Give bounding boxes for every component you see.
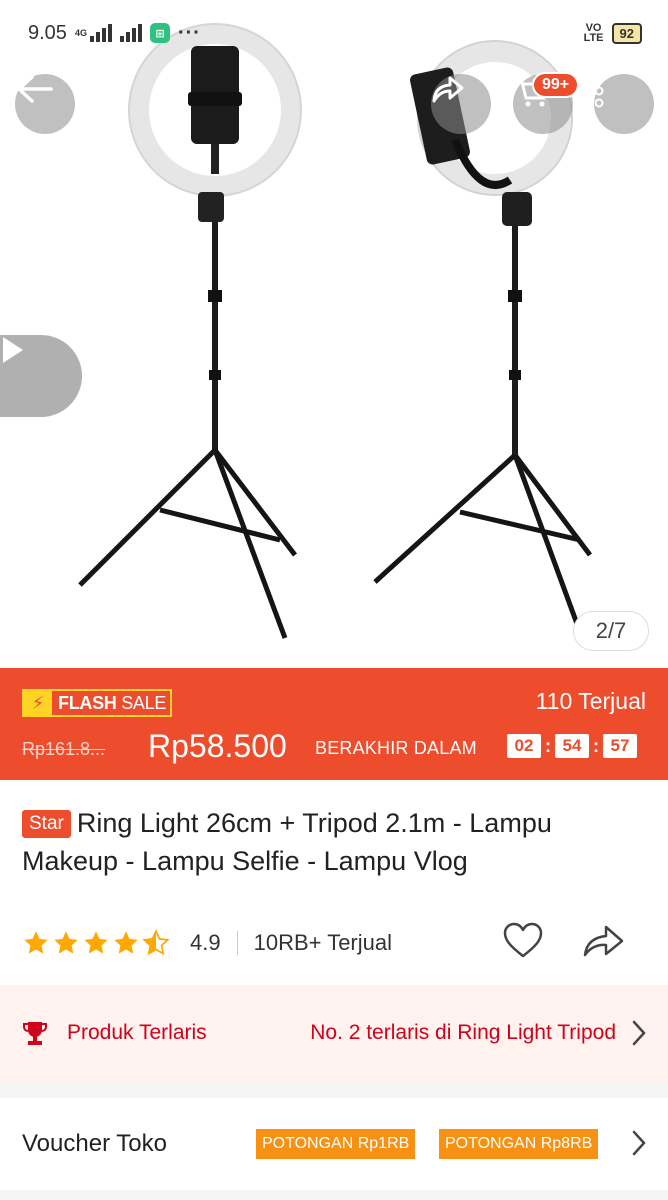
star-full-icon xyxy=(54,931,78,954)
trophy-icon xyxy=(23,1022,47,1045)
voucher-tag[interactable]: POTONGAN Rp1RB xyxy=(256,1129,416,1159)
ends-label: BERAKHIR DALAM xyxy=(315,738,477,758)
star-full-icon xyxy=(24,931,48,954)
countdown-timer: 02: 54: 57 xyxy=(507,734,637,758)
timer-minutes: 54 xyxy=(555,734,589,758)
like-button[interactable] xyxy=(502,922,544,965)
lightning-icon: ⚡ xyxy=(24,691,52,715)
voucher-label: Voucher Toko xyxy=(22,1130,167,1157)
play-video-button[interactable] xyxy=(0,335,82,417)
product-image[interactable]: 99+ 2/7 xyxy=(0,0,668,668)
flash-sale-bar[interactable]: ⚡ FLASH SALE 110 Terjual Rp161.8... Rp58… xyxy=(0,668,668,780)
heart-icon xyxy=(503,922,543,958)
star-full-icon xyxy=(114,931,138,954)
star-full-icon xyxy=(84,931,108,954)
cart-count-badge: 99+ xyxy=(532,72,580,98)
clock: 9.05 xyxy=(28,21,67,44)
voucher-tag[interactable]: POTONGAN Rp8RB xyxy=(439,1129,599,1159)
product-info: Star Ring Light 26cm + Tripod 2.1m - Lamp… xyxy=(0,780,668,985)
star-seller-tag: Star xyxy=(22,810,71,838)
rating-stars xyxy=(22,929,170,957)
rating-row[interactable]: 4.9 10RB+ Terjual xyxy=(22,926,392,960)
flash-price: Rp58.500 xyxy=(148,728,287,764)
image-counter: 2/7 xyxy=(573,611,649,651)
chevron-right-icon xyxy=(632,1130,646,1156)
battery-indicator: 92 xyxy=(611,22,642,44)
network-type: 4G xyxy=(74,27,87,38)
total-sold: 10RB+ Terjual xyxy=(253,930,392,955)
share-icon xyxy=(583,925,624,957)
product-title: Ring Light 26cm + Tripod 2.1m - Lampu Ma… xyxy=(22,808,552,876)
status-bar: 9.05 4G ⊞ ··· VO LTE 92 xyxy=(0,0,668,66)
rating-value: 4.9 xyxy=(190,930,221,955)
product-title-block: Star Ring Light 26cm + Tripod 2.1m - Lamp… xyxy=(22,804,642,880)
signal-2-icon xyxy=(119,24,142,42)
flash-sale-logo: ⚡ FLASH SALE xyxy=(22,689,173,717)
chevron-right-icon xyxy=(632,1020,646,1046)
best-seller-label: Produk Terlaris xyxy=(67,1021,207,1044)
timer-hours: 02 xyxy=(507,734,541,758)
more-options-button[interactable] xyxy=(594,74,654,134)
best-seller-row[interactable]: Produk Terlaris No. 2 terlaris di Ring L… xyxy=(0,985,668,1081)
more-vertical-icon xyxy=(594,74,604,108)
arrow-left-icon xyxy=(17,75,53,103)
share-product-button[interactable] xyxy=(582,922,626,965)
best-seller-rank: No. 2 terlaris di Ring Light Tripod xyxy=(310,1021,616,1044)
original-price: Rp161.8... xyxy=(22,739,106,759)
timer-seconds: 57 xyxy=(603,734,637,758)
star-half-icon xyxy=(142,929,170,956)
play-icon xyxy=(3,337,23,363)
back-button[interactable] xyxy=(15,74,75,134)
shop-voucher-row[interactable]: Voucher Toko POTONGAN Rp1RB POTONGAN Rp8… xyxy=(0,1098,668,1190)
share-icon xyxy=(432,76,464,103)
volte-indicator: VO LTE xyxy=(583,22,604,44)
signal-icon xyxy=(89,24,112,42)
divider xyxy=(236,931,238,955)
flash-sold-count: 110 Terjual xyxy=(535,688,646,714)
app-notification-icon: ⊞ xyxy=(149,23,170,43)
share-button[interactable] xyxy=(431,74,491,134)
more-notifications-icon: ··· xyxy=(177,21,201,44)
